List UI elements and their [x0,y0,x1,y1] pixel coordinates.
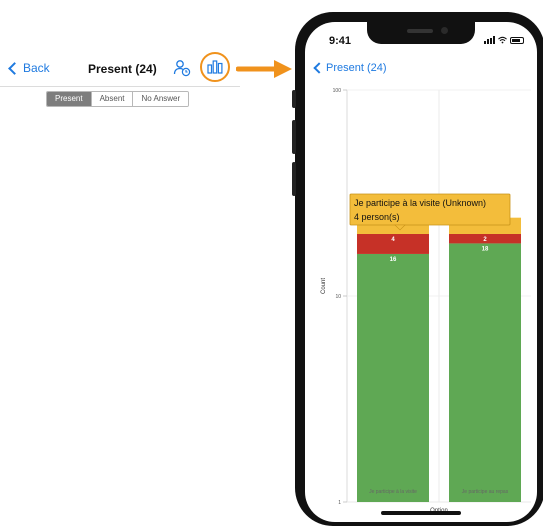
y-axis-title: Count [321,278,327,294]
chevron-left-icon [8,62,21,75]
bar-segment[interactable] [449,243,521,502]
phone-notch [367,22,475,44]
y-tick-label: 1 [338,500,341,506]
segment-absent[interactable]: Absent [90,92,133,106]
home-indicator [381,511,461,515]
back-button[interactable]: Back [8,61,50,75]
chevron-left-icon [313,62,325,74]
bar-value-label: 18 [482,246,489,252]
y-tick-label: 100 [333,88,342,94]
status-icons [484,36,524,44]
bar-segment[interactable] [357,253,429,502]
chart-back-label: Present (24) [326,62,387,74]
chart-button[interactable] [200,52,230,82]
signal-icon [484,36,495,44]
phone-screen: 9:41 Present (24) 110100 16441824 Je par… [305,22,537,522]
segment-no-answer[interactable]: No Answer [132,92,189,106]
back-label: Back [23,61,50,75]
battery-icon [510,36,524,44]
segment-present[interactable]: Present [47,92,91,106]
user-clock-icon[interactable] [173,59,191,77]
pointer-arrow-icon [236,60,292,78]
speaker-grille [407,29,433,33]
x-tick-label: Je participe à la visite [369,489,417,495]
tooltip-line-1: Je participe à la visite (Unknown) [354,198,486,208]
tooltip: Je participe à la visite (Unknown) 4 per… [349,193,511,231]
y-tick-label: 10 [335,294,341,300]
wifi-icon [498,36,507,44]
stacked-bar-chart: 110100 16441824 Je participe à la visite… [321,88,531,514]
segmented-control: Present Absent No Answer [46,91,190,107]
phone-side-button [292,90,296,108]
chart-back-button[interactable]: Present (24) [313,62,387,74]
bar-chart-icon [207,60,223,74]
phone-volume-up-button [292,120,296,154]
tooltip-line-2: 4 person(s) [354,212,400,222]
x-tick-label: Je participe au repas [462,489,509,495]
bar-value-label: 16 [390,257,397,263]
camera-dot [441,27,448,34]
phone-volume-down-button [292,162,296,196]
page-title: Present (24) [88,62,157,76]
status-time: 9:41 [329,35,352,47]
